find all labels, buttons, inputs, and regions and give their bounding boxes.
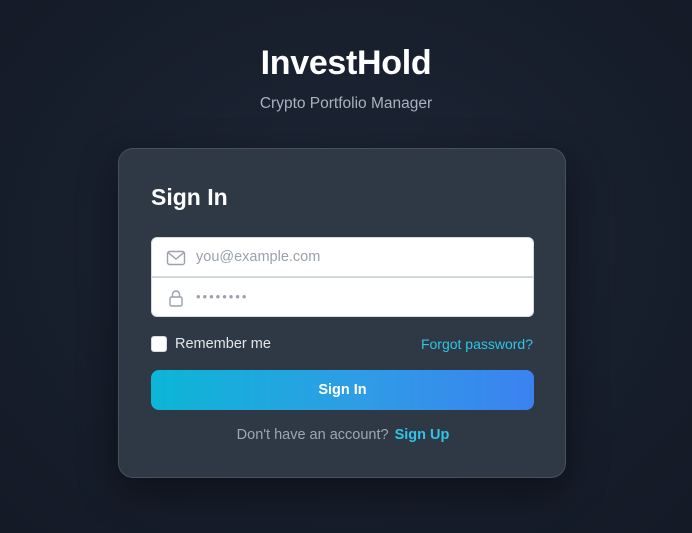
sign-in-heading: Sign In	[151, 184, 228, 210]
email-input[interactable]	[196, 238, 526, 276]
sign-in-button[interactable]: Sign In	[151, 370, 534, 410]
signup-row: Don't have an account? Sign Up	[119, 427, 567, 443]
remember-me-toggle[interactable]: Remember me	[151, 335, 271, 353]
forgot-password-link[interactable]: Forgot password?	[421, 336, 533, 352]
sign-up-link[interactable]: Sign Up	[395, 427, 450, 443]
mail-icon	[166, 249, 186, 267]
email-field[interactable]	[151, 237, 534, 277]
signup-prompt: Don't have an account?	[236, 427, 389, 443]
brand-title: InvestHold	[260, 44, 432, 82]
brand-tagline: Crypto Portfolio Manager	[259, 95, 433, 112]
sign-in-card: Sign In Remember me Forgot password? Sig…	[118, 148, 566, 478]
lock-icon	[166, 289, 186, 307]
password-input[interactable]	[196, 278, 526, 316]
remember-me-checkbox[interactable]	[151, 336, 167, 352]
remember-me-label: Remember me	[175, 336, 271, 352]
password-field[interactable]	[151, 277, 534, 317]
